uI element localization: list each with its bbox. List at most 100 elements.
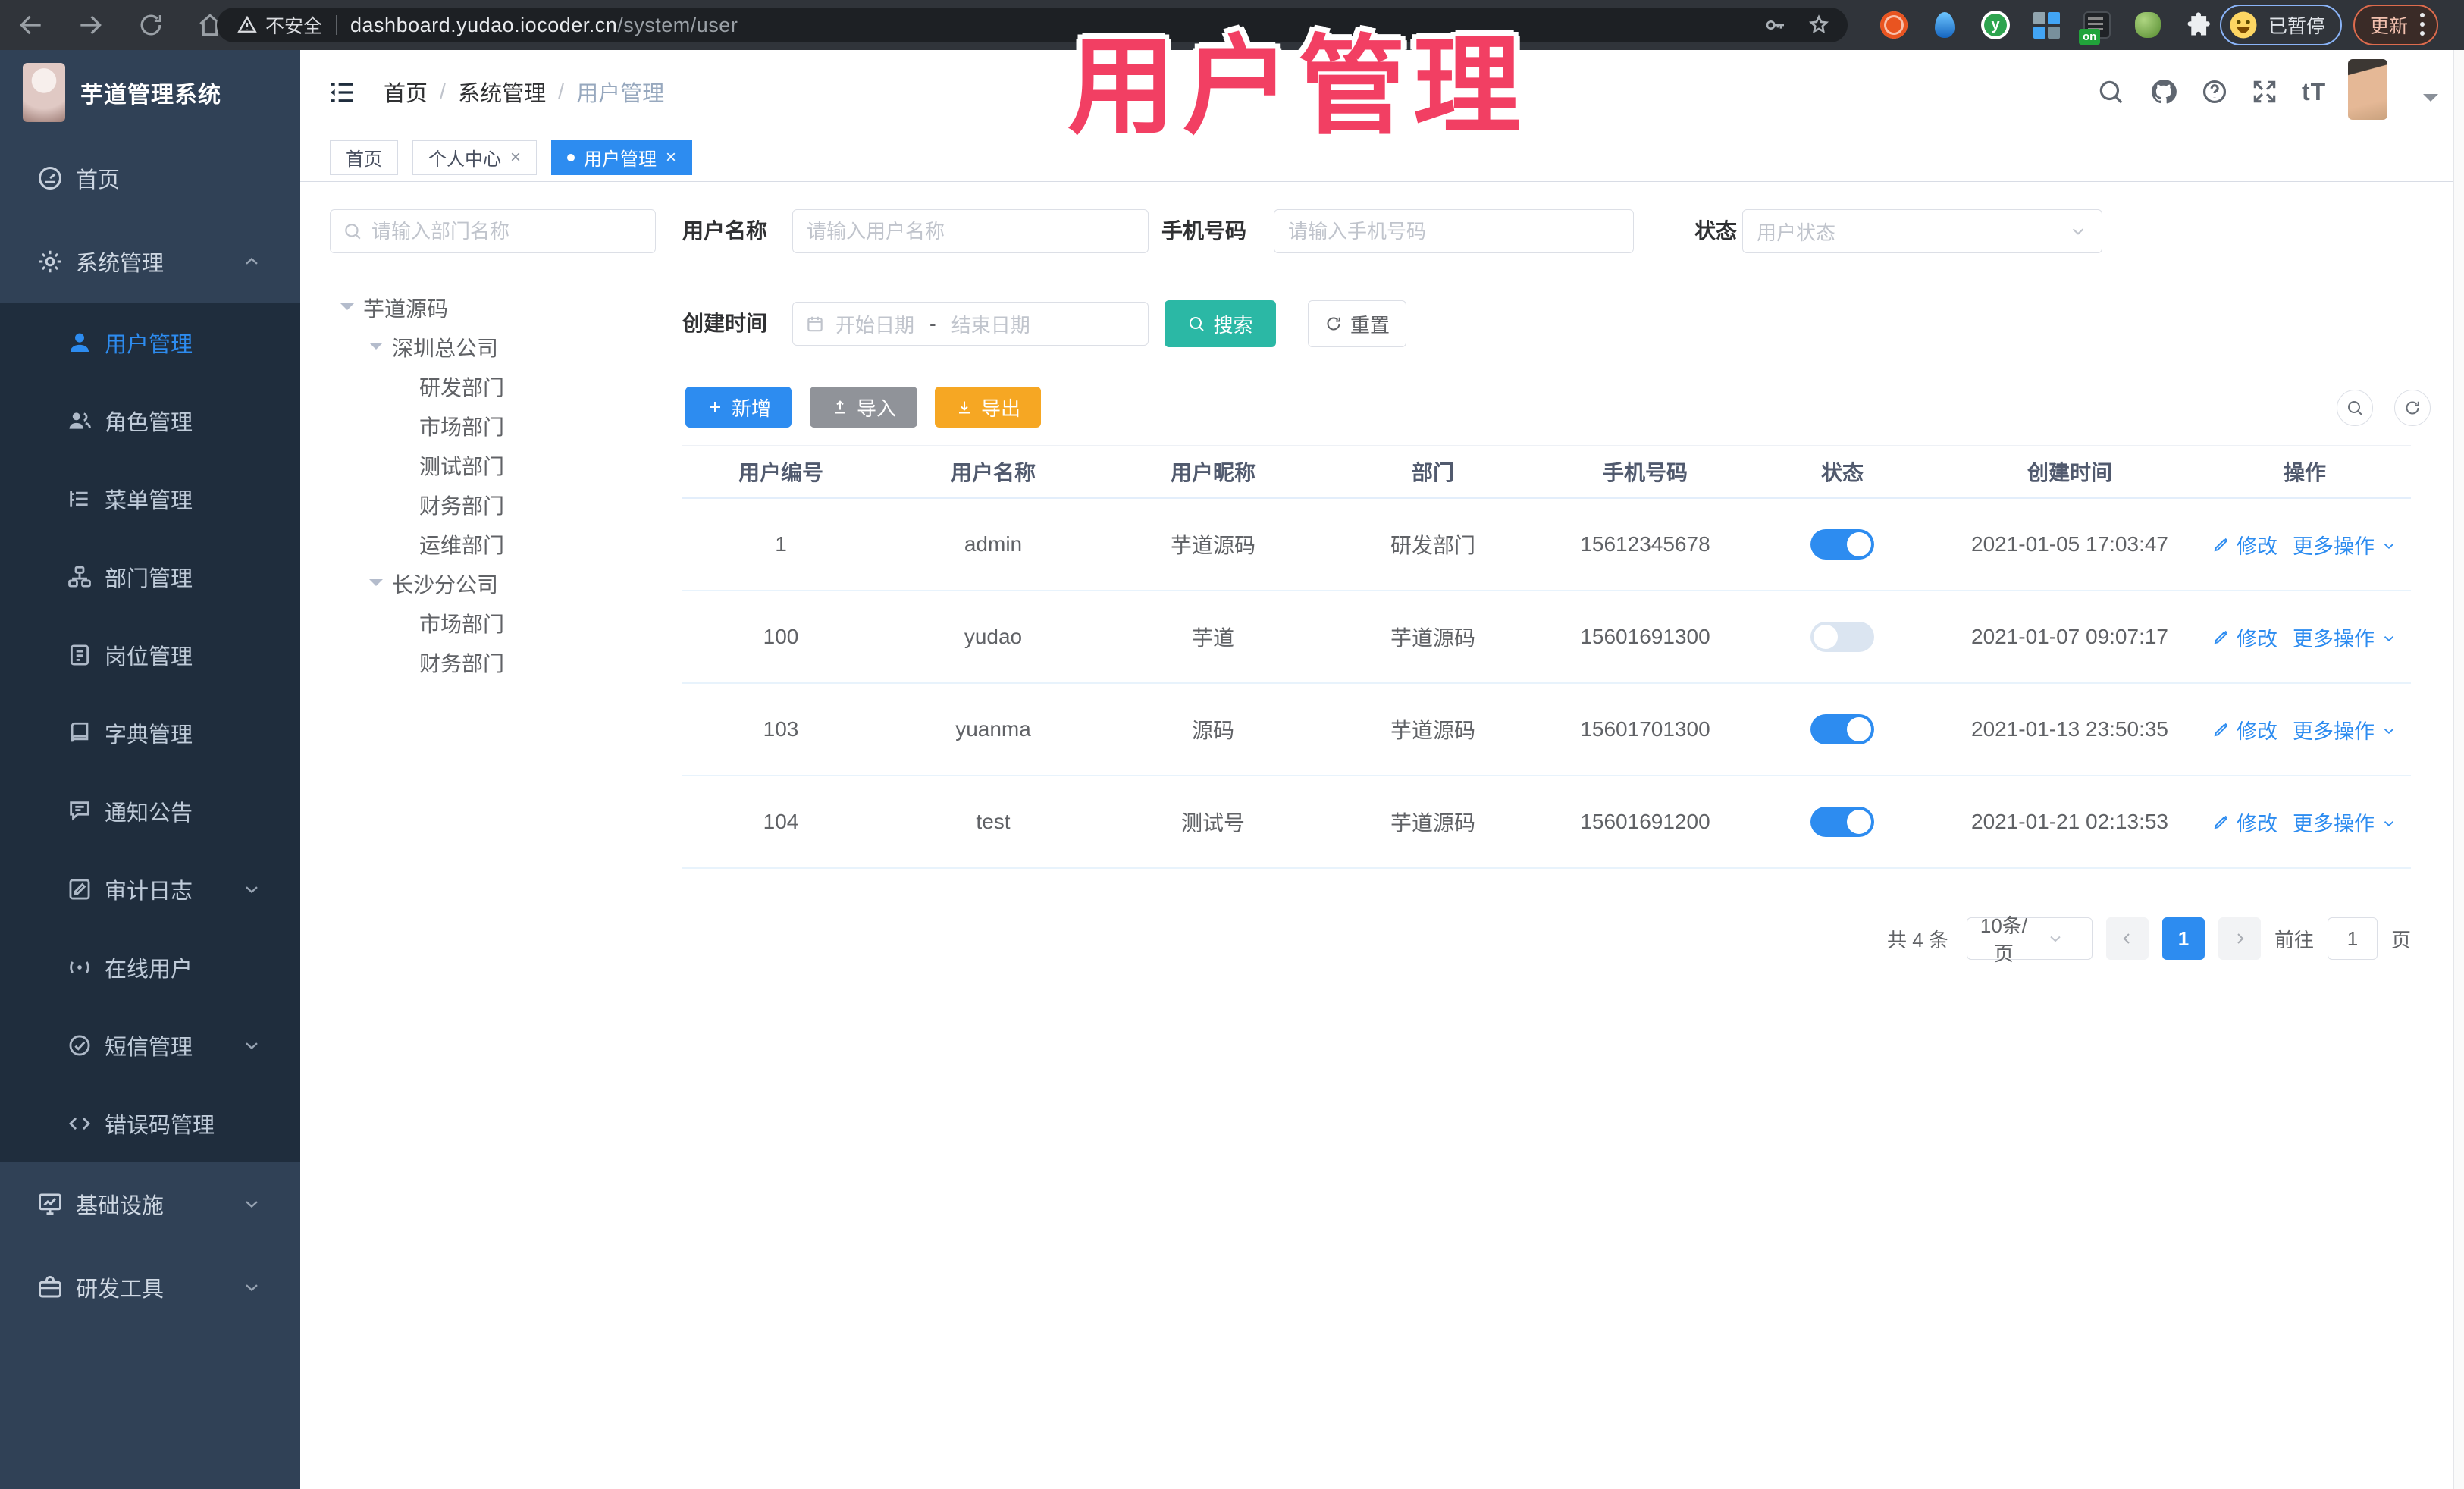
- tree-node-深圳总公司[interactable]: 深圳总公司: [330, 328, 656, 367]
- date-range-picker[interactable]: 开始日期 - 结束日期: [792, 302, 1149, 346]
- browser-profile-chip[interactable]: 已暂停: [2220, 5, 2343, 45]
- status-toggle[interactable]: [1810, 807, 1874, 837]
- sidebar-item-部门管理[interactable]: 部门管理: [0, 538, 300, 616]
- goto-page-input[interactable]: [2327, 917, 2378, 960]
- tab-close-icon[interactable]: ×: [510, 148, 521, 167]
- sidebar-item-角色管理[interactable]: 角色管理: [0, 381, 300, 459]
- sidebar-fold-icon[interactable]: [326, 77, 356, 108]
- tree-node-财务部门[interactable]: 财务部门: [330, 643, 656, 682]
- green-y-extension-icon[interactable]: y: [1980, 10, 2011, 40]
- tree-node-label: 长沙分公司: [392, 573, 499, 597]
- address-bar[interactable]: 不安全 dashboard.yudao.iocoder.cn/system/us…: [217, 8, 1848, 42]
- avatar-caret-down-icon[interactable]: [2423, 94, 2438, 109]
- adblock-on-extension-icon[interactable]: on: [2079, 10, 2112, 45]
- search-button[interactable]: 搜索: [1165, 300, 1276, 347]
- tree-node-测试部门[interactable]: 测试部门: [330, 446, 656, 485]
- status-toggle[interactable]: [1810, 529, 1874, 560]
- sidebar-item-菜单管理[interactable]: 菜单管理: [0, 459, 300, 538]
- next-page-button[interactable]: [2218, 917, 2261, 960]
- sidebar-item-通知公告[interactable]: 通知公告: [0, 772, 300, 850]
- breadcrumb-home[interactable]: 首页: [384, 76, 428, 108]
- password-key-icon[interactable]: [1763, 13, 1787, 37]
- browser-back-icon[interactable]: [17, 11, 45, 39]
- more-actions-link[interactable]: 更多操作: [2293, 530, 2397, 560]
- edit-link[interactable]: 修改: [2212, 807, 2277, 837]
- help-icon[interactable]: [2200, 77, 2229, 106]
- fullscreen-icon[interactable]: [2250, 77, 2279, 106]
- sidebar-item-审计日志[interactable]: 审计日志: [0, 850, 300, 928]
- tree-expand-caret-icon[interactable]: [340, 303, 354, 317]
- import-button[interactable]: 导入: [810, 387, 917, 428]
- sidebar-item-首页[interactable]: 首页: [0, 136, 300, 220]
- reset-button[interactable]: 重置: [1308, 300, 1406, 347]
- chevron-down-icon: [2381, 813, 2397, 830]
- tree-node-label: 研发部门: [419, 376, 505, 400]
- sidebar-item-错误码管理[interactable]: 错误码管理: [0, 1084, 300, 1162]
- user-avatar[interactable]: [2348, 59, 2387, 120]
- cell-用户昵称: 源码: [1191, 719, 1234, 742]
- grid-extension-icon[interactable]: [2031, 10, 2061, 40]
- bookmark-star-icon[interactable]: [1807, 13, 1831, 37]
- tree-expand-caret-icon[interactable]: [369, 579, 383, 593]
- edit-link[interactable]: 修改: [2212, 715, 2277, 744]
- tree-node-市场部门[interactable]: 市场部门: [330, 406, 656, 446]
- edit-link[interactable]: 修改: [2212, 530, 2277, 560]
- tree-node-芋道源码[interactable]: 芋道源码: [330, 288, 656, 328]
- infra-icon: [36, 1190, 64, 1218]
- current-page-button[interactable]: 1: [2161, 917, 2205, 960]
- end-date-placeholder: 结束日期: [951, 313, 1030, 337]
- font-size-icon[interactable]: tT: [2302, 77, 2331, 106]
- security-label[interactable]: 不安全: [265, 11, 322, 39]
- status-toggle[interactable]: [1810, 714, 1874, 744]
- sidebar-item-岗位管理[interactable]: 岗位管理: [0, 616, 300, 694]
- tree-node-财务部门[interactable]: 财务部门: [330, 485, 656, 525]
- more-actions-link[interactable]: 更多操作: [2293, 622, 2397, 652]
- status-select[interactable]: 用户状态: [1742, 209, 2102, 253]
- mobile-input[interactable]: [1288, 219, 1619, 243]
- url-path: /system/user: [617, 13, 738, 36]
- ubuntu-extension-icon[interactable]: [1879, 10, 1909, 40]
- add-button[interactable]: 新增: [685, 387, 792, 428]
- page-size-select[interactable]: 10条/页: [1966, 914, 2093, 965]
- tree-node-市场部门[interactable]: 市场部门: [330, 603, 656, 643]
- department-search-input[interactable]: [371, 219, 643, 243]
- window-scrollbar[interactable]: [2453, 50, 2464, 1489]
- refresh-table-button[interactable]: [2394, 390, 2431, 426]
- show-search-toggle-button[interactable]: [2337, 390, 2373, 426]
- sidebar-item-字典管理[interactable]: 字典管理: [0, 694, 300, 772]
- browser-reload-icon[interactable]: [136, 11, 165, 39]
- sidebar-item-研发工具[interactable]: 研发工具: [0, 1246, 300, 1329]
- sidebar-item-系统管理[interactable]: 系统管理: [0, 220, 300, 303]
- page-url[interactable]: dashboard.yudao.iocoder.cn/system/user: [350, 14, 738, 37]
- header-search-icon[interactable]: [2096, 77, 2125, 106]
- more-actions-link[interactable]: 更多操作: [2293, 715, 2397, 744]
- blue-gem-extension-icon[interactable]: [1930, 10, 1960, 40]
- tab-close-icon[interactable]: ×: [666, 148, 676, 167]
- app-logo-row[interactable]: 芋道管理系统: [0, 50, 300, 135]
- export-button[interactable]: 导出: [935, 387, 1041, 428]
- breadcrumb-system[interactable]: 系统管理: [458, 76, 546, 108]
- browser-forward-icon[interactable]: [76, 11, 105, 39]
- sidebar-item-短信管理[interactable]: 短信管理: [0, 1006, 300, 1084]
- sidebar-item-基础设施[interactable]: 基础设施: [0, 1162, 300, 1246]
- status-toggle[interactable]: [1810, 622, 1874, 652]
- sidebar-item-在线用户[interactable]: 在线用户: [0, 928, 300, 1006]
- browser-update-button[interactable]: 更新: [2353, 5, 2439, 45]
- tree-expand-caret-icon[interactable]: [369, 343, 383, 356]
- green-animal-extension-icon[interactable]: [2133, 10, 2163, 40]
- more-actions-link[interactable]: 更多操作: [2293, 807, 2397, 837]
- username-input[interactable]: [807, 219, 1134, 243]
- tab-home[interactable]: 首页: [330, 139, 398, 175]
- edit-link[interactable]: 修改: [2212, 622, 2277, 652]
- browser-menu-kebab-icon[interactable]: [2420, 13, 2425, 37]
- tab-user-management[interactable]: 用户管理 ×: [551, 139, 693, 175]
- tree-node-运维部门[interactable]: 运维部门: [330, 525, 656, 564]
- tree-node-长沙分公司[interactable]: 长沙分公司: [330, 564, 656, 603]
- sidebar-item-label: 用户管理: [105, 332, 193, 357]
- tab-profile[interactable]: 个人中心 ×: [412, 139, 538, 175]
- sidebar-item-用户管理[interactable]: 用户管理: [0, 303, 300, 381]
- github-icon[interactable]: [2149, 77, 2178, 106]
- prev-page-button[interactable]: [2105, 917, 2149, 960]
- extensions-puzzle-icon[interactable]: [2183, 11, 2212, 39]
- tree-node-研发部门[interactable]: 研发部门: [330, 367, 656, 406]
